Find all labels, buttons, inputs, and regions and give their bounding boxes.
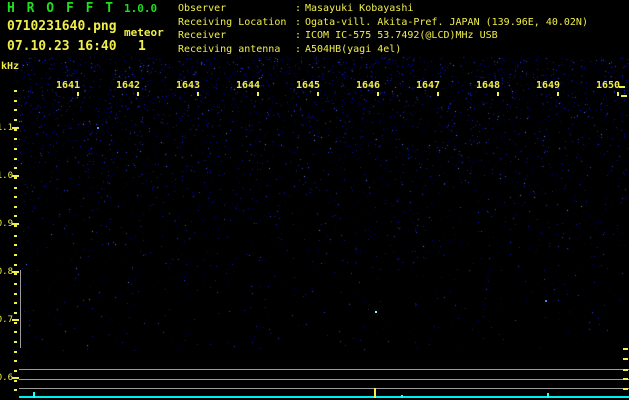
freq-minor-tick bbox=[14, 351, 17, 353]
freq-major-tick bbox=[12, 377, 19, 379]
freq-minor-tick bbox=[14, 196, 17, 198]
freq-minor-tick bbox=[14, 331, 17, 333]
time-tick-label: 1646 bbox=[355, 80, 381, 91]
time-tick-label: 1642 bbox=[115, 80, 141, 91]
time-minute-tick bbox=[557, 92, 559, 96]
freq-minor-tick bbox=[14, 370, 17, 372]
freq-minor-tick bbox=[14, 119, 17, 121]
marker-vertical-line bbox=[20, 270, 21, 348]
echo-dot bbox=[375, 311, 377, 313]
time-tick-label: 1641 bbox=[55, 80, 81, 91]
graticule-line-3 bbox=[19, 388, 629, 389]
freq-minor-tick bbox=[14, 254, 17, 256]
info-label: Receiving antenna bbox=[178, 43, 281, 55]
right-axis-tick bbox=[623, 388, 628, 390]
freq-minor-tick bbox=[14, 177, 17, 179]
info-label: Receiver bbox=[178, 30, 227, 41]
info-value: ICOM IC-575 53.7492(@LCD)MHz USB bbox=[305, 30, 498, 41]
time-minute-tick bbox=[77, 92, 79, 96]
freq-minor-tick bbox=[14, 138, 17, 140]
freq-minor-tick bbox=[14, 206, 17, 208]
power-spike bbox=[33, 392, 35, 398]
freq-minor-tick bbox=[14, 302, 17, 304]
freq-minor-tick bbox=[14, 322, 17, 324]
info-row-receiver: Receiver : ICOM IC-575 53.7492(@LCD)MHz … bbox=[178, 29, 628, 43]
freq-minor-tick bbox=[14, 264, 17, 266]
time-minute-tick bbox=[617, 92, 619, 96]
observation-datetime: 07.10.23 16:40 bbox=[7, 39, 117, 54]
freq-minor-tick bbox=[14, 235, 17, 237]
power-spike bbox=[374, 388, 376, 398]
right-axis-tick bbox=[623, 378, 628, 380]
info-row-antenna: Receiving antenna : A504HB(yagi 4el) bbox=[178, 43, 628, 57]
freq-minor-tick bbox=[14, 109, 17, 111]
app-title: H R O F F T bbox=[7, 1, 116, 16]
power-baseline bbox=[19, 396, 629, 398]
time-minute-tick bbox=[377, 92, 379, 96]
freq-minor-tick bbox=[14, 129, 17, 131]
time-tick-label: 1643 bbox=[175, 80, 201, 91]
time-minute-tick bbox=[497, 92, 499, 96]
freq-minor-tick bbox=[14, 244, 17, 246]
freq-minor-tick bbox=[14, 100, 17, 102]
freq-minor-tick bbox=[14, 283, 17, 285]
freq-minor-tick bbox=[14, 293, 17, 295]
freq-minor-tick bbox=[14, 158, 17, 160]
frequency-unit-label: kHz bbox=[1, 61, 20, 72]
time-minute-tick bbox=[137, 92, 139, 96]
time-tick-label: 1648 bbox=[475, 80, 501, 91]
info-row-location: Receiving Location : Ogata-vill. Akita-P… bbox=[178, 16, 628, 30]
time-minute-tick bbox=[317, 92, 319, 96]
freq-minor-tick bbox=[14, 389, 17, 391]
power-spike bbox=[401, 395, 403, 398]
time-tick-label: 1647 bbox=[415, 80, 441, 91]
freq-minor-tick bbox=[14, 215, 17, 217]
info-label: Observer bbox=[178, 3, 227, 14]
info-separator: : bbox=[295, 43, 302, 55]
graticule-line-1 bbox=[19, 369, 629, 370]
app-version: 1.0.0 bbox=[124, 2, 158, 15]
echo-count: 1 bbox=[138, 39, 146, 54]
info-separator: : bbox=[295, 30, 302, 41]
spectrogram-noise-canvas bbox=[0, 0, 629, 400]
right-axis-tick bbox=[623, 358, 628, 360]
echo-dot bbox=[97, 127, 99, 129]
info-separator: : bbox=[295, 16, 302, 28]
freq-minor-tick bbox=[14, 225, 17, 227]
freq-minor-tick bbox=[14, 187, 17, 189]
freq-minor-tick bbox=[14, 167, 17, 169]
freq-minor-tick bbox=[14, 273, 17, 275]
freq-minor-tick bbox=[14, 360, 17, 362]
info-value: Ogata-vill. Akita-Pref. JAPAN (139.96E, … bbox=[305, 16, 588, 28]
info-row-observer: Observer : Masayuki Kobayashi bbox=[178, 2, 628, 16]
station-info-block: Observer : Masayuki Kobayashi Receiving … bbox=[178, 2, 628, 56]
hrofft-output-window: H R O F F T 1.0.0 0710231640.png meteor … bbox=[0, 0, 629, 400]
right-edge-tick bbox=[619, 86, 625, 88]
time-tick-label: 1649 bbox=[535, 80, 561, 91]
info-separator: : bbox=[295, 3, 302, 14]
freq-minor-tick bbox=[14, 148, 17, 150]
info-label: Receiving Location bbox=[178, 16, 287, 28]
info-value: Masayuki Kobayashi bbox=[305, 3, 414, 14]
right-edge-tick bbox=[621, 95, 627, 97]
observation-mode: meteor bbox=[124, 26, 164, 39]
freq-minor-tick bbox=[14, 341, 17, 343]
info-value: A504HB(yagi 4el) bbox=[305, 43, 402, 55]
power-spike bbox=[547, 393, 549, 398]
echo-dot bbox=[545, 300, 547, 302]
freq-minor-tick bbox=[14, 312, 17, 314]
freq-minor-tick bbox=[14, 90, 17, 92]
time-minute-tick bbox=[197, 92, 199, 96]
right-axis-tick bbox=[623, 369, 628, 371]
freq-minor-tick bbox=[14, 380, 17, 382]
graticule-line-2 bbox=[19, 379, 629, 380]
time-tick-label: 1645 bbox=[295, 80, 321, 91]
output-filename: 0710231640.png bbox=[7, 19, 117, 34]
time-minute-tick bbox=[257, 92, 259, 96]
time-minute-tick bbox=[437, 92, 439, 96]
right-axis-tick bbox=[623, 348, 628, 350]
time-tick-label: 1644 bbox=[235, 80, 261, 91]
freq-major-tick bbox=[12, 319, 19, 321]
